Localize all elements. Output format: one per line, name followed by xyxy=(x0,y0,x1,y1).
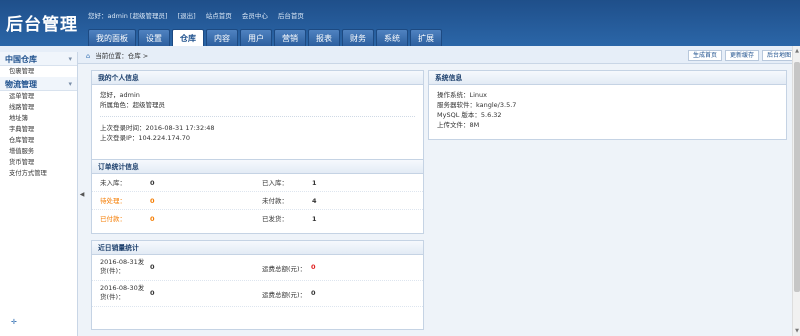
generate-home-button[interactable]: 生成首页 xyxy=(687,50,722,61)
last-login-ip: 上次登录IP：104.224.174.70 xyxy=(100,134,191,142)
profile-hello: 您好，admin xyxy=(100,91,140,99)
scroll-top-icon[interactable]: ✛ xyxy=(11,318,17,326)
sales-date: 2016-08-31发货(件)： xyxy=(100,258,145,275)
scrollbar-thumb[interactable] xyxy=(794,62,800,292)
sidebar-item-value-added[interactable]: 增值服务 xyxy=(0,146,77,157)
sidebar-item-routes[interactable]: 线路管理 xyxy=(0,102,77,113)
freight-label: 运费总额(元)： xyxy=(262,291,307,299)
tab-marketing[interactable]: 营销 xyxy=(274,29,306,46)
panel-title: 系统信息 xyxy=(429,71,786,85)
sales-row: 2016-08-31发货(件)： 0 运费总额(元)： 0 xyxy=(92,255,423,281)
admin-home-link[interactable]: 后台首页 xyxy=(278,12,304,20)
tab-finance[interactable]: 财务 xyxy=(342,29,374,46)
top-header: 后台管理 您好：admin [超级管理员] [退出] 站点首页 会员中心 后台首… xyxy=(0,0,800,46)
admin-map-button[interactable]: 后台地图 xyxy=(761,50,796,61)
sidebar-item-dictionary[interactable]: 字典管理 xyxy=(0,124,77,135)
sidebar-item-parcels[interactable]: 包裹管理 xyxy=(0,66,77,77)
breadcrumb-text: 当前位置：仓库 > xyxy=(95,52,149,60)
profile-role: 所属角色：超级管理员 xyxy=(100,101,165,109)
sales-count: 0 xyxy=(150,289,155,297)
shipped-label: 已发货： xyxy=(262,215,288,223)
panel-title: 订单统计信息 xyxy=(92,160,423,174)
site-home-link[interactable]: 站点首页 xyxy=(206,12,232,20)
user-greeting: 您好：admin [超级管理员] xyxy=(88,12,168,20)
stocked-value: 1 xyxy=(312,179,317,187)
main-content: ⌂ 当前位置：仓库 > 生成首页 更新缓存 后台地图 我的个人信息 您好，adm… xyxy=(86,46,800,336)
unpaid-value: 4 xyxy=(312,197,317,205)
sidebar-item-address-book[interactable]: 地址簿 xyxy=(0,113,77,124)
tab-my-panel[interactable]: 我的面板 xyxy=(88,29,136,46)
sales-stats-panel: 近日销量统计 2016-08-31发货(件)： 0 运费总额(元)： 0 201… xyxy=(91,240,424,330)
freight-amount: 0 xyxy=(311,263,316,271)
panel-title: 近日销量统计 xyxy=(92,241,423,255)
sidebar-item-payment-methods[interactable]: 支付方式管理 xyxy=(0,168,77,179)
system-info-panel: 系统信息 操作系统：Linux 服务器软件：kangle/3.5.7 MySQL… xyxy=(428,70,787,140)
sidebar-group-china-warehouse[interactable]: 中国仓库 ▾ xyxy=(0,52,77,66)
sidebar-item-currency[interactable]: 货币管理 xyxy=(0,157,77,168)
server-software-info: 服务器软件：kangle/3.5.7 xyxy=(437,101,517,109)
tab-content[interactable]: 内容 xyxy=(206,29,238,46)
tab-settings[interactable]: 设置 xyxy=(138,29,170,46)
breadcrumb: ⌂ 当前位置：仓库 > xyxy=(86,50,148,62)
freight-amount: 0 xyxy=(311,289,316,297)
chevron-down-icon: ▾ xyxy=(68,79,72,88)
freight-label: 运费总额(元)： xyxy=(262,265,307,273)
os-info: 操作系统：Linux xyxy=(437,91,488,99)
refresh-cache-button[interactable]: 更新缓存 xyxy=(724,50,759,61)
tab-system[interactable]: 系统 xyxy=(376,29,408,46)
member-center-link[interactable]: 会员中心 xyxy=(242,12,268,20)
sidebar-item-warehouses[interactable]: 仓库管理 xyxy=(0,135,77,146)
sidebar-group-label: 物流管理 xyxy=(5,79,37,89)
paid-label: 已付款： xyxy=(100,215,126,223)
order-stats-row: 待处理： 0 未付款： 4 xyxy=(92,192,423,210)
home-icon[interactable]: ⌂ xyxy=(86,52,90,60)
action-buttons: 生成首页 更新缓存 后台地图 xyxy=(685,50,796,61)
stocked-label: 已入库： xyxy=(262,179,288,187)
sales-count: 0 xyxy=(150,263,155,271)
shipped-value: 1 xyxy=(312,215,317,223)
tab-reports[interactable]: 报表 xyxy=(308,29,340,46)
arrow-left-icon[interactable]: ◀ xyxy=(79,190,85,200)
order-stats-panel: 订单统计信息 未入库： 0 已入库： 1 待处理： 0 未付款： 4 已付款： … xyxy=(91,159,424,234)
tab-extensions[interactable]: 扩展 xyxy=(410,29,442,46)
tab-warehouse[interactable]: 仓库 xyxy=(172,29,204,46)
pending-value: 0 xyxy=(150,197,155,205)
scroll-down-icon[interactable]: ▼ xyxy=(794,328,800,334)
logout-link[interactable]: [退出] xyxy=(178,12,196,20)
sidebar: 中国仓库 ▾ 包裹管理 物流管理 ▾ 运单管理 线路管理 地址簿 字典管理 仓库… xyxy=(0,52,78,336)
scroll-up-icon[interactable]: ▲ xyxy=(794,48,800,54)
mysql-version-info: MySQL 版本：5.6.32 xyxy=(437,111,502,119)
order-stats-row: 未入库： 0 已入库： 1 xyxy=(92,174,423,192)
chevron-down-icon: ▾ xyxy=(68,54,72,63)
sales-row: 2016-08-30发货(件)： 0 运费总额(元)： 0 xyxy=(92,281,423,307)
tab-users[interactable]: 用户 xyxy=(240,29,272,46)
pending-label: 待处理： xyxy=(100,197,126,205)
paid-value: 0 xyxy=(150,215,155,223)
main-nav: 我的面板 设置 仓库 内容 用户 营销 报表 财务 系统 扩展 xyxy=(88,29,444,46)
sidebar-group-label: 中国仓库 xyxy=(5,54,37,64)
sales-date: 2016-08-30发货(件)： xyxy=(100,284,145,301)
vertical-scrollbar[interactable]: ▲ ▼ xyxy=(792,46,800,336)
panel-title: 我的个人信息 xyxy=(92,71,423,85)
unpaid-label: 未付款： xyxy=(262,197,288,205)
order-stats-row: 已付款： 0 已发货： 1 xyxy=(92,210,423,228)
sidebar-item-waybills[interactable]: 运单管理 xyxy=(0,91,77,102)
sidebar-group-logistics[interactable]: 物流管理 ▾ xyxy=(0,77,77,91)
upload-limit-info: 上传文件：8M xyxy=(437,121,480,129)
last-login-time: 上次登录时间：2016-08-31 17:32:48 xyxy=(100,124,215,132)
app-logo: 后台管理 xyxy=(6,15,78,35)
not-stocked-label: 未入库： xyxy=(100,179,126,187)
not-stocked-value: 0 xyxy=(150,179,155,187)
top-links: 您好：admin [超级管理员] [退出] 站点首页 会员中心 后台首页 xyxy=(88,10,312,20)
